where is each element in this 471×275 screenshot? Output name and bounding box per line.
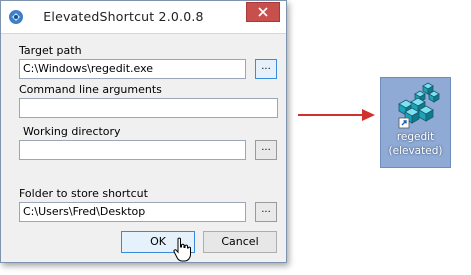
shortcut-label-line1: regedit	[396, 131, 435, 143]
working-directory-input[interactable]	[19, 140, 246, 160]
elevated-shortcut-dialog: ElevatedShortcut 2.0.0.8 Target path C:\…	[0, 0, 287, 263]
window-title: ElevatedShortcut 2.0.0.8	[43, 9, 204, 24]
shortcut-label-line2: (elevated)	[388, 145, 443, 157]
red-arrow-icon	[298, 109, 375, 121]
target-path-browse-button[interactable]: ...	[255, 59, 277, 79]
folder-input[interactable]: C:\Users\Fred\Desktop	[19, 202, 246, 222]
target-path-label: Target path	[19, 44, 82, 57]
working-directory-label: Working directory	[23, 125, 121, 138]
target-path-input[interactable]: C:\Windows\regedit.exe	[19, 59, 246, 79]
arguments-label: Command line arguments	[19, 83, 162, 96]
regedit-elevated-shortcut[interactable]: regedit (elevated)	[380, 77, 451, 168]
shortcut-label: regedit (elevated)	[381, 130, 450, 158]
regedit-icon	[398, 82, 440, 129]
cancel-button[interactable]: Cancel	[203, 231, 277, 253]
close-icon	[258, 7, 268, 17]
close-button[interactable]	[246, 2, 280, 22]
arguments-input[interactable]	[19, 98, 278, 118]
folder-browse-button[interactable]: ...	[255, 202, 277, 222]
mouse-pointer-hand-icon	[173, 237, 191, 262]
working-directory-browse-button[interactable]: ...	[255, 140, 277, 160]
title-bar[interactable]: ElevatedShortcut 2.0.0.8	[1, 1, 286, 34]
folder-label: Folder to store shortcut	[19, 187, 148, 200]
